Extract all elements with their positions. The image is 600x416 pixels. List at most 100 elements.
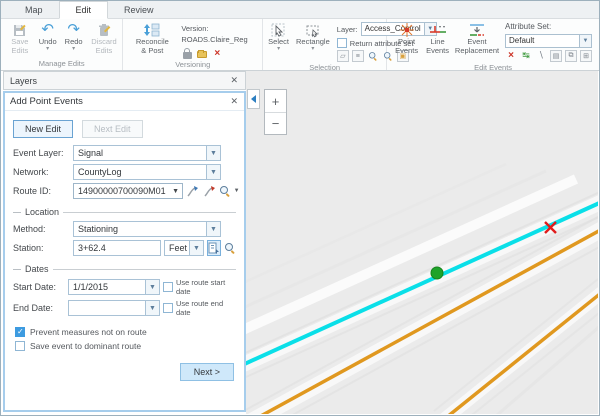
new-edit-button[interactable]: New Edit — [13, 120, 73, 138]
event-layer-dropdown[interactable]: Signal ▼ — [73, 145, 221, 161]
point-events-button[interactable]: Point Events — [393, 21, 420, 56]
layer-label: Layer: — [337, 25, 358, 34]
tab-map[interactable]: Map — [9, 2, 59, 18]
event-replacement-button[interactable]: Event Replacement — [455, 21, 499, 56]
version-value: ROADS.Claire_Reg — [181, 35, 247, 44]
use-route-end-label: Use route end date — [176, 299, 236, 317]
combo-arrow-icon[interactable]: ▼ — [170, 184, 182, 198]
left-panel: Layers ✕ Add Point Events ✕ New Edit Nex… — [3, 71, 246, 412]
station-unit-dropdown[interactable]: Feet ▼ — [164, 240, 204, 256]
dropdown-arrow-icon: ▼ — [206, 146, 220, 160]
tab-edit[interactable]: Edit — [59, 1, 109, 19]
tab-review[interactable]: Review — [108, 2, 170, 18]
save-icon — [12, 22, 27, 38]
delete-event-icon[interactable]: × — [505, 50, 517, 62]
event-point-marker — [431, 267, 443, 279]
reconcile-post-button[interactable]: Reconcile & Post — [131, 21, 173, 56]
redo-button[interactable]: ↷ Redo ▾ — [63, 21, 85, 53]
split-event-icon[interactable]: ↹ — [520, 50, 532, 62]
collapse-arrow-icon — [251, 95, 256, 103]
select-tool-icon[interactable]: ▱ — [337, 50, 349, 62]
event-layer-label: Event Layer: — [13, 148, 70, 158]
line-events-button[interactable]: Line Events — [424, 21, 451, 56]
undo-button[interactable]: ↶ Undo ▾ — [37, 21, 59, 53]
select-button[interactable]: Select ▾ — [266, 21, 291, 53]
event-table-icon[interactable]: ▤ — [550, 50, 562, 62]
use-route-start-label: Use route start date — [176, 278, 236, 296]
add-point-events-pane: Add Point Events ✕ New Edit Next Edit Ev… — [3, 91, 246, 412]
start-date-label: Start Date: — [13, 282, 65, 292]
version-label: Version: — [181, 24, 247, 33]
zoom-to-station-icon[interactable] — [224, 240, 236, 256]
zoom-out-button[interactable]: − — [265, 112, 286, 134]
map-canvas — [246, 71, 598, 414]
group-selection: Select ▾ Rectangle ▾ Layer: Access_Contr… — [263, 19, 387, 70]
end-date-dropdown[interactable]: ▼ — [68, 300, 160, 316]
end-date-label: End Date: — [13, 303, 65, 313]
start-date-dropdown[interactable]: 1/1/2015 ▼ — [68, 279, 160, 295]
layers-pane-title: Layers — [10, 76, 229, 86]
redo-icon: ↷ — [67, 22, 80, 38]
next-button[interactable]: Next > — [180, 363, 234, 381]
zoom-to-route-icon[interactable] — [220, 183, 231, 199]
merge-event-icon[interactable]: ∖ — [535, 50, 547, 62]
discard-edits-button[interactable]: Discard Edits — [89, 21, 120, 56]
network-label: Network: — [13, 167, 70, 177]
event-settings-icon[interactable]: ⊞ — [580, 50, 592, 62]
add-point-events-header: Add Point Events ✕ — [5, 93, 244, 111]
version-lock-icon[interactable] — [181, 47, 193, 59]
zoom-in-button[interactable]: + — [265, 90, 286, 112]
return-attribute-checkbox[interactable] — [337, 38, 347, 48]
layers-close-icon[interactable]: ✕ — [229, 75, 239, 86]
rectangle-button[interactable]: Rectangle ▾ — [294, 21, 332, 53]
next-edit-button[interactable]: Next Edit — [82, 120, 143, 138]
dropdown-arrow-icon: ▼ — [189, 241, 203, 255]
select-route-icon[interactable] — [186, 183, 200, 199]
selection-list-icon[interactable]: ≡ — [352, 50, 364, 62]
group-label-manage-edits: Manage Edits — [1, 59, 122, 70]
route-id-combobox[interactable]: 14900000700090M01 ▼ — [73, 183, 183, 199]
app-window: Map Edit Review Save Edits ↶ Undo ▾ — [0, 0, 600, 416]
zoom-route-arrow-icon[interactable]: ▼ — [234, 188, 240, 194]
attribute-set-dropdown[interactable]: Default ▼ — [505, 34, 592, 48]
reconcile-icon — [143, 22, 161, 38]
group-versioning: Reconcile & Post Version: ROADS.Claire_R… — [123, 19, 263, 70]
version-manage-icon[interactable] — [196, 47, 208, 59]
select-cursor-icon — [271, 22, 286, 38]
dropdown-arrow-icon: ▼ — [206, 222, 220, 236]
undo-icon: ↶ — [41, 22, 54, 38]
undo-dropdown-arrow-icon[interactable]: ▾ — [46, 47, 49, 52]
use-route-start-checkbox[interactable] — [163, 282, 173, 292]
select-dropdown-arrow-icon[interactable]: ▾ — [277, 47, 280, 52]
line-events-icon — [429, 22, 447, 38]
ribbon: Save Edits ↶ Undo ▾ ↷ Redo ▾ Discard Edi… — [1, 19, 599, 71]
prevent-measures-checkbox[interactable] — [15, 327, 25, 337]
network-dropdown[interactable]: CountyLog ▼ — [73, 164, 221, 180]
use-route-end-checkbox[interactable] — [163, 303, 173, 313]
save-edits-button[interactable]: Save Edits — [7, 21, 33, 56]
dropdown-arrow-icon: ▼ — [145, 301, 159, 315]
station-input[interactable]: 3+62.4 — [73, 240, 161, 256]
ribbon-tabbar: Map Edit Review — [1, 1, 599, 19]
group-edit-events: Point Events Line Events Event Replaceme… — [387, 19, 599, 70]
event-replacement-icon — [468, 22, 486, 38]
clear-route-icon[interactable] — [203, 183, 217, 199]
pick-station-from-map-icon[interactable] — [207, 240, 221, 256]
location-section: Location — [13, 207, 236, 217]
copy-events-icon[interactable]: ⧉ — [565, 50, 577, 62]
map-view[interactable]: + − — [246, 71, 598, 414]
method-dropdown[interactable]: Stationing ▼ — [73, 221, 221, 237]
layers-pane-header[interactable]: Layers ✕ — [3, 71, 246, 90]
pan-selection-icon[interactable] — [382, 50, 394, 62]
station-label: Station: — [13, 243, 70, 253]
delete-version-icon[interactable]: × — [211, 47, 223, 59]
redo-dropdown-arrow-icon[interactable]: ▾ — [72, 47, 75, 52]
panel-collapse-button[interactable] — [247, 89, 260, 109]
trash-icon — [97, 22, 111, 38]
dominant-route-label: Save event to dominant route — [30, 341, 141, 351]
rectangle-select-icon — [305, 22, 320, 38]
zoom-selection-icon[interactable] — [367, 50, 379, 62]
dominant-route-checkbox[interactable] — [15, 341, 25, 351]
pane-close-icon[interactable]: ✕ — [229, 96, 239, 107]
rectangle-dropdown-arrow-icon[interactable]: ▾ — [311, 47, 314, 52]
